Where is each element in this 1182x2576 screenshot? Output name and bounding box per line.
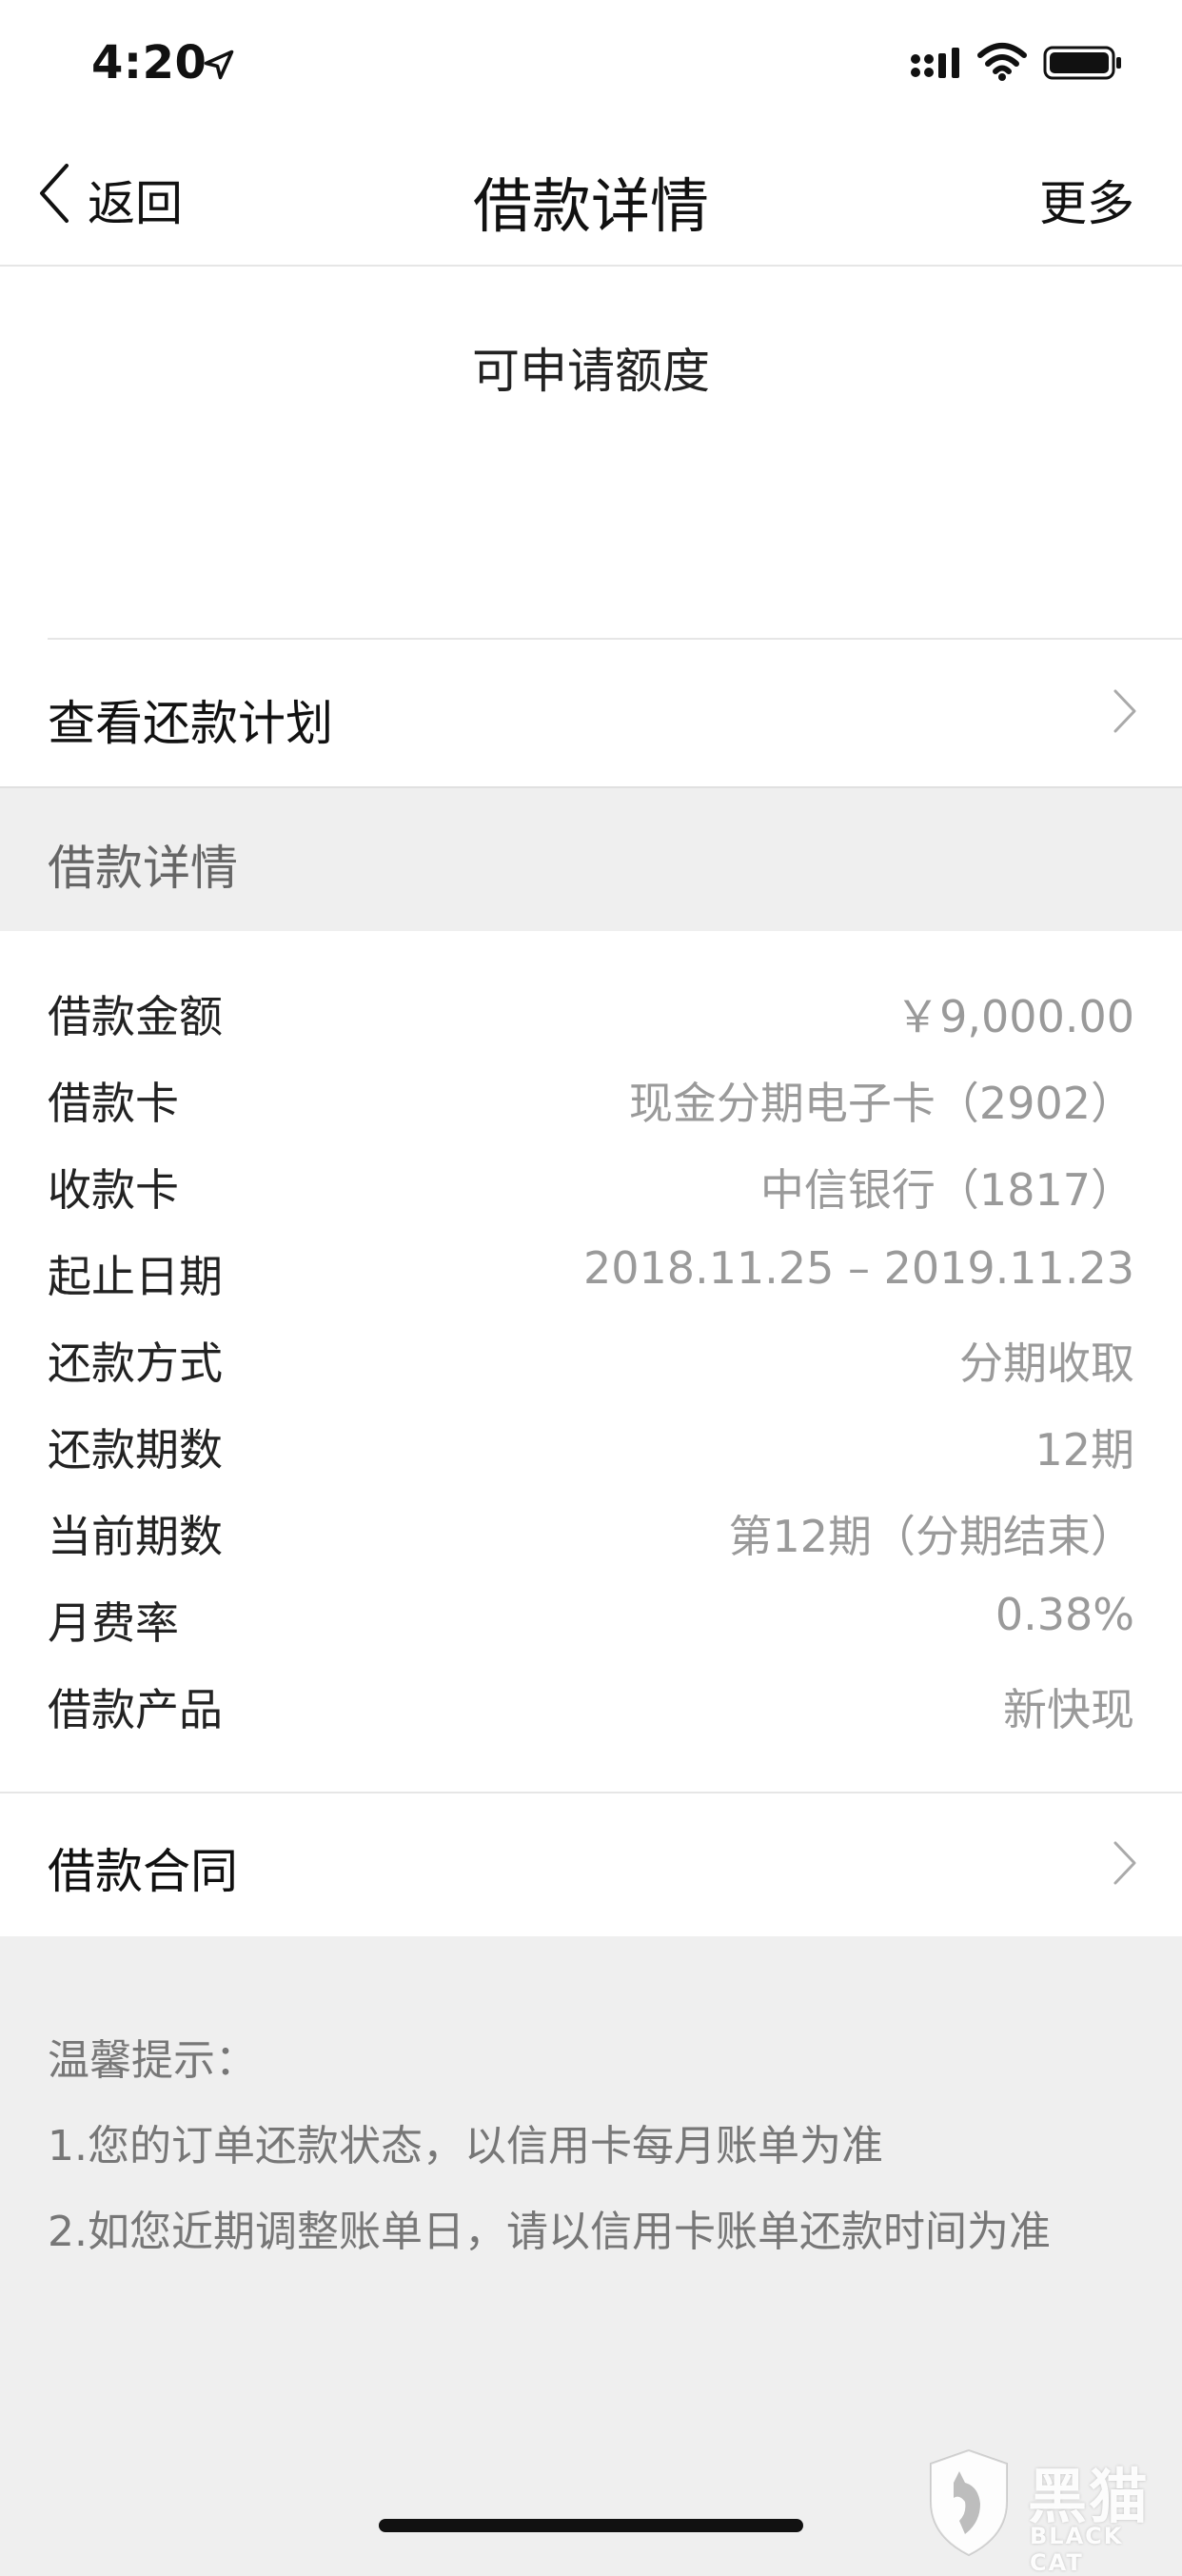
detail-value: 0.38%	[995, 1589, 1134, 1640]
detail-key: 借款卡	[48, 1078, 179, 1129]
quota-label: 可申请额度	[472, 344, 710, 399]
chevron-right-icon	[1113, 689, 1136, 733]
home-indicator[interactable]	[379, 2519, 803, 2532]
detail-value: 分期收取	[959, 1338, 1134, 1389]
detail-key: 当前期数	[48, 1511, 223, 1562]
detail-key: 起止日期	[48, 1251, 223, 1302]
tip-item: 2.如您近期调整账单日，请以信用卡账单还款时间为准	[48, 2208, 1051, 2256]
detail-key: 借款金额	[48, 991, 223, 1042]
watermark-text-en: BLACK CAT	[1030, 2523, 1124, 2576]
detail-key: 月费率	[48, 1597, 179, 1649]
status-time: 4:20	[91, 36, 207, 89]
detail-row: 借款产品 新快现	[0, 1662, 1182, 1749]
location-arrow-icon	[204, 50, 234, 80]
detail-key: 借款产品	[48, 1684, 223, 1735]
divider	[48, 638, 1182, 640]
detail-row: 还款期数 12期	[0, 1402, 1182, 1489]
chevron-right-icon	[1113, 1841, 1136, 1885]
section-header-title: 借款详情	[48, 841, 238, 896]
detail-value: 现金分期电子卡（2902）	[628, 1078, 1134, 1129]
watermark-text-cn: 黑猫	[1028, 2462, 1151, 2531]
detail-key: 还款期数	[48, 1424, 223, 1476]
battery-icon	[1043, 46, 1121, 80]
wifi-icon	[977, 43, 1027, 81]
tips-title: 温馨提示：	[48, 2036, 257, 2085]
detail-row: 收款卡 中信银行（1817）	[0, 1142, 1182, 1229]
repayment-plan-label: 查看还款计划	[48, 696, 333, 751]
repayment-plan-row[interactable]: 查看还款计划	[0, 638, 1182, 784]
detail-value: 第12期（分期结束）	[728, 1511, 1134, 1562]
detail-value: 12期	[1034, 1424, 1134, 1476]
watermark: 黑猫 BLACK CAT	[921, 2445, 1182, 2576]
detail-row: 月费率 0.38%	[0, 1575, 1182, 1662]
tip-item: 1.您的订单还款状态，以信用卡每月账单为准	[48, 2122, 883, 2170]
detail-row: 借款金额 ￥9,000.00	[0, 969, 1182, 1056]
loan-contract-row[interactable]: 借款合同	[0, 1792, 1182, 1936]
detail-row: 当前期数 第12期（分期结束）	[0, 1489, 1182, 1575]
detail-value: ￥9,000.00	[896, 991, 1134, 1042]
detail-value: 新快现	[1003, 1684, 1134, 1735]
detail-row: 还款方式 分期收取	[0, 1316, 1182, 1402]
navigation-bar: 返回 借款详情 更多	[0, 126, 1182, 267]
cellular-signal-icon	[911, 48, 959, 78]
page-title: 借款详情	[472, 171, 709, 241]
detail-key: 还款方式	[48, 1338, 223, 1389]
detail-value: 2018.11.25 – 2019.11.23	[583, 1242, 1134, 1294]
detail-key: 收款卡	[48, 1164, 179, 1216]
more-button[interactable]: 更多	[1039, 166, 1134, 234]
loan-details-list: 借款金额 ￥9,000.00 借款卡 现金分期电子卡（2902） 收款卡 中信银…	[0, 931, 1182, 1792]
section-header: 借款详情	[0, 786, 1182, 933]
detail-value: 中信银行（1817）	[759, 1164, 1134, 1216]
detail-row: 起止日期 2018.11.25 – 2019.11.23	[0, 1229, 1182, 1316]
loan-contract-label: 借款合同	[48, 1844, 238, 1899]
black-cat-logo-icon	[930, 2448, 1008, 2557]
divider	[0, 1792, 1182, 1793]
status-bar: 4:20	[0, 0, 1182, 126]
detail-row: 借款卡 现金分期电子卡（2902）	[0, 1056, 1182, 1142]
